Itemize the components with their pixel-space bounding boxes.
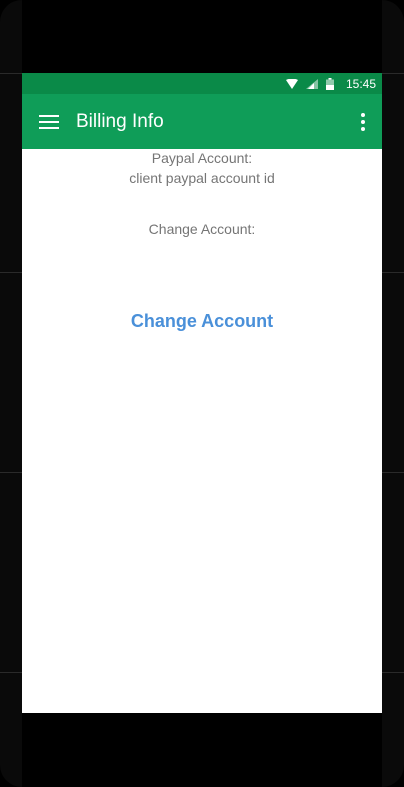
battery-icon bbox=[325, 77, 334, 90]
change-account-label: Change Account: bbox=[148, 221, 256, 237]
device-frame: 15:45 Billing Info Paypal Account: clien… bbox=[0, 0, 404, 787]
signal-icon bbox=[305, 78, 318, 89]
device-top-bezel bbox=[22, 0, 382, 73]
device-bottom-bezel bbox=[22, 713, 382, 787]
status-time: 15:45 bbox=[345, 76, 376, 91]
status-bar: 15:45 bbox=[22, 73, 382, 94]
hamburger-menu-icon[interactable] bbox=[35, 108, 63, 136]
more-vert-icon[interactable] bbox=[353, 108, 373, 136]
paypal-account-label: Paypal Account: bbox=[151, 150, 253, 166]
wifi-icon bbox=[285, 78, 298, 89]
paypal-account-value: client paypal account id bbox=[129, 170, 275, 186]
status-icons: 15:45 bbox=[285, 73, 376, 94]
phone-screen: 15:45 Billing Info Paypal Account: clien… bbox=[22, 73, 382, 713]
app-bar: Billing Info bbox=[22, 94, 382, 149]
change-account-button[interactable]: Change Account bbox=[102, 302, 302, 338]
page-title: Billing Info bbox=[76, 111, 164, 132]
billing-content: Paypal Account: client paypal account id… bbox=[22, 149, 382, 713]
